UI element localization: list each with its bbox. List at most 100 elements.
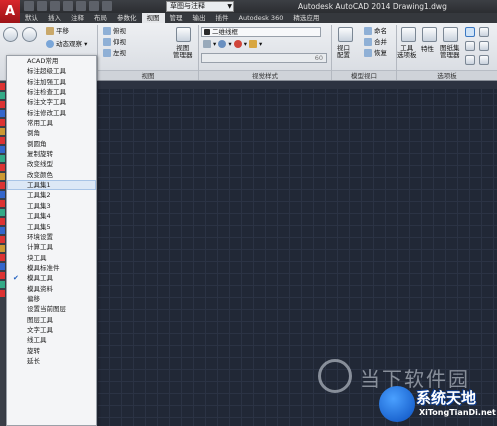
sheet-set-icon[interactable] — [443, 27, 458, 42]
view-bottom-button[interactable]: 仰视 — [103, 38, 126, 47]
tool-palettes-label[interactable]: 工具 选项板 — [397, 45, 417, 59]
opacity-slider[interactable]: 60 — [201, 53, 327, 63]
tab-1[interactable]: 插入 — [43, 13, 66, 23]
tool-icon[interactable] — [0, 290, 5, 297]
view-top-button[interactable]: 俯视 — [103, 27, 126, 36]
tool-icon[interactable] — [0, 281, 5, 288]
viewport-restore-button[interactable]: 恢复 — [364, 49, 387, 58]
shadow-icon[interactable] — [218, 40, 227, 48]
menu-item[interactable]: 常用工具 — [7, 118, 96, 128]
view-left-button[interactable]: 左视 — [103, 49, 126, 58]
menu-item[interactable]: 工具集4 — [7, 211, 96, 221]
pan-button[interactable]: 平移 — [46, 27, 69, 36]
tool-icon[interactable] — [0, 272, 5, 279]
menu-item[interactable]: 模具资料 — [7, 284, 96, 294]
tool-icon[interactable] — [0, 146, 5, 153]
menu-item[interactable]: 偏移 — [7, 294, 96, 304]
tool-icon[interactable] — [0, 101, 5, 108]
viewport-config-icon[interactable] — [338, 27, 353, 42]
viewport-join-button[interactable]: 合并 — [364, 38, 387, 47]
menu-item[interactable]: 标注文字工具 — [7, 97, 96, 107]
viewport-name-button[interactable]: 命名 — [364, 27, 387, 36]
tool-icon[interactable] — [0, 236, 5, 243]
tool-icon[interactable] — [0, 128, 5, 135]
new-icon[interactable] — [24, 1, 34, 11]
menu-item[interactable]: 图层工具 — [7, 315, 96, 325]
material-icon[interactable] — [233, 40, 242, 48]
tab-9[interactable]: Autodesk 360 — [234, 13, 289, 23]
tab-7[interactable]: 输出 — [188, 13, 211, 23]
menu-item[interactable]: 设置当前图层 — [7, 304, 96, 314]
tab-10[interactable]: 精选应用 — [288, 13, 324, 23]
tool-palettes-icon[interactable] — [401, 27, 416, 42]
menu-item[interactable]: 改变颜色 — [7, 170, 96, 180]
edge-icon[interactable] — [249, 40, 258, 48]
tab-8[interactable]: 插件 — [211, 13, 234, 23]
tool-icon[interactable] — [0, 173, 5, 180]
menu-item[interactable]: 计算工具 — [7, 242, 96, 252]
tool-icon[interactable] — [0, 200, 5, 207]
tool-icon[interactable] — [0, 191, 5, 198]
tab-5[interactable]: 视图 — [141, 13, 165, 23]
tool-icon[interactable] — [0, 263, 5, 270]
menu-item[interactable]: 工具集3 — [7, 201, 96, 211]
properties-icon[interactable] — [422, 27, 437, 42]
view-manager-icon[interactable] — [176, 27, 191, 42]
markup-icon[interactable] — [479, 27, 489, 37]
menu-item[interactable]: 标注加强工具 — [7, 77, 96, 87]
view-manager-label[interactable]: 视图 管理器 — [173, 45, 193, 59]
layer-icon[interactable] — [465, 41, 475, 51]
menu-item[interactable]: 标注超级工具 — [7, 66, 96, 76]
save-as-icon[interactable] — [63, 1, 73, 11]
tool-icon[interactable] — [0, 164, 5, 171]
redo-icon[interactable] — [102, 1, 112, 11]
plot-icon[interactable] — [76, 1, 86, 11]
dbconnect-icon[interactable] — [465, 55, 475, 65]
menu-item[interactable]: 工具集5 — [7, 222, 96, 232]
design-center-icon[interactable] — [465, 27, 475, 37]
menu-item[interactable]: 模具标准件 — [7, 263, 96, 273]
orbit-button[interactable]: 动态观察 ▾ — [46, 40, 87, 49]
menu-item[interactable]: 线工具 — [7, 335, 96, 345]
menu-item[interactable]: 文字工具 — [7, 325, 96, 335]
save-icon[interactable] — [50, 1, 60, 11]
tool-icon[interactable] — [0, 245, 5, 252]
tool-icon[interactable] — [0, 155, 5, 162]
menu-item[interactable]: ✔ 模具工具 — [7, 273, 96, 283]
tab-2[interactable]: 注释 — [66, 13, 89, 23]
zoom-window-icon[interactable] — [22, 27, 37, 42]
undo-icon[interactable] — [89, 1, 99, 11]
workspace-select[interactable]: 草图与注释 ▼ — [166, 1, 234, 12]
tab-4[interactable]: 参数化 — [112, 13, 142, 23]
tool-icon[interactable] — [0, 119, 5, 126]
menu-item[interactable]: 块工具 — [7, 253, 96, 263]
menu-item[interactable]: 旋转 — [7, 346, 96, 356]
tool-icon[interactable] — [0, 83, 5, 90]
zoom-icon[interactable] — [3, 27, 18, 42]
menu-item[interactable]: 复制旋转 — [7, 149, 96, 159]
menu-item[interactable]: 工具集2 — [7, 190, 96, 200]
xray-icon[interactable] — [203, 40, 211, 48]
sheet-set-label[interactable]: 图纸集 管理器 — [440, 45, 460, 59]
menu-item[interactable]: 标注检查工具 — [7, 87, 96, 97]
tool-icon[interactable] — [0, 110, 5, 117]
tool-icon[interactable] — [0, 218, 5, 225]
tool-icon[interactable] — [0, 209, 5, 216]
tool-icon[interactable] — [0, 137, 5, 144]
menu-item[interactable]: 环境设置 — [7, 232, 96, 242]
menu-item[interactable]: 延长 — [7, 356, 96, 366]
tab-3[interactable]: 布局 — [89, 13, 112, 23]
tool-icon[interactable] — [0, 227, 5, 234]
menu-item[interactable]: 倒角 — [7, 128, 96, 138]
application-menu-button[interactable]: A — [0, 0, 20, 23]
tool-icon[interactable] — [0, 254, 5, 261]
viewport-config-label[interactable]: 视口 配置 — [337, 45, 350, 59]
menu-item[interactable]: 改变线型 — [7, 159, 96, 169]
tab-6[interactable]: 管理 — [165, 13, 188, 23]
open-icon[interactable] — [37, 1, 47, 11]
menu-item[interactable]: 标注修改工具 — [7, 108, 96, 118]
tool-icon[interactable] — [0, 92, 5, 99]
menu-item[interactable]: 倒圆角 — [7, 139, 96, 149]
menu-item[interactable]: 工具集1 — [7, 180, 96, 191]
tab-0[interactable]: 默认 — [20, 13, 43, 23]
